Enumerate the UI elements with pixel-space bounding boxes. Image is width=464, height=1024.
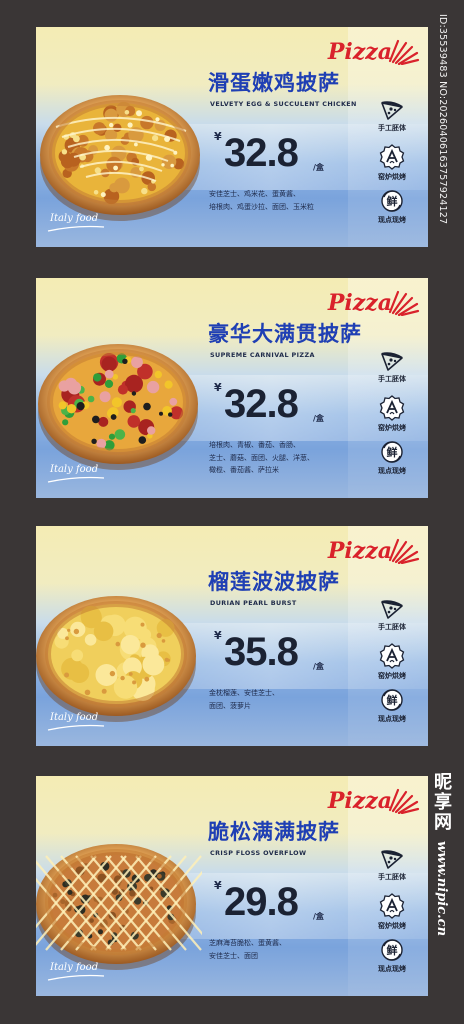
ingredient-line: 安佳芝士、面团 xyxy=(209,951,258,960)
pizza-price: 29.8 xyxy=(224,880,299,924)
burst-icon xyxy=(388,39,420,65)
ingredient-line: 培根肉、青椒、番茄、香肠、 xyxy=(209,441,300,449)
svg-text:鲜: 鲜 xyxy=(387,943,398,957)
feature-fresh: 鲜 现点现烤 xyxy=(364,189,420,225)
svg-text:鲜: 鲜 xyxy=(387,194,398,208)
ingredient-line: 芝士、蘑菇、面团、火腿、洋葱、 xyxy=(209,453,314,462)
ingredient-list: 培根肉、青椒、番茄、香肠、芝士、蘑菇、面团、火腿、洋葱、 橄榄、番茄酱、萨拉米 xyxy=(209,439,357,477)
pizza-image xyxy=(38,344,198,470)
feature-handmade: 手工胚体 xyxy=(364,598,420,632)
fresh-badge-icon: 鲜 xyxy=(381,441,403,463)
pizza-title: 榴莲波波披萨 xyxy=(208,570,340,594)
feature-label: 现点现烤 xyxy=(378,216,406,224)
oven-badge-icon xyxy=(379,643,405,669)
feature-label: 窑炉烘烤 xyxy=(378,672,406,680)
tagline-swoosh xyxy=(47,974,105,981)
pizza-slice-icon xyxy=(381,101,403,120)
pizza-title: 豪华大满贯披萨 xyxy=(208,322,362,346)
feature-fresh: 鲜 现点现烤 xyxy=(364,440,420,476)
feature-oven: 窑炉烘烤 xyxy=(364,144,420,182)
feature-oven: 窑炉烘烤 xyxy=(364,395,420,433)
feature-label: 手工胚体 xyxy=(378,375,406,383)
pizza-subtitle: CRISP FLOSS OVERFLOW xyxy=(210,849,307,857)
ingredient-line: 芝麻海苔脆松、蛋黄酱、 xyxy=(209,939,286,947)
pizza-price: 32.8 xyxy=(224,382,299,426)
site-url: www.nipic.cn xyxy=(434,841,449,937)
feature-label: 现点现烤 xyxy=(378,965,406,973)
pizza-subtitle: DURIAN PEARL BURST xyxy=(210,599,297,607)
pizza-logo: Pizza xyxy=(327,39,392,65)
feature-label: 窑炉烘烤 xyxy=(378,173,406,181)
pizza-price: 35.8 xyxy=(224,630,299,674)
price-unit: /盒 xyxy=(313,912,324,921)
pizza-slice-icon xyxy=(381,850,403,869)
pizza-card-supreme: Pizza 豪华大满贯披萨 SUPREME CARNIVAL PIZZA ¥ 3… xyxy=(36,278,428,498)
currency-symbol: ¥ xyxy=(214,879,222,892)
feature-label: 手工胚体 xyxy=(378,623,406,631)
feature-handmade: 手工胚体 xyxy=(364,350,420,384)
feature-oven: 窑炉烘烤 xyxy=(364,643,420,681)
ingredient-line: 橄榄、番茄酱、萨拉米 xyxy=(209,466,279,474)
ingredient-line: 金枕榴莲、安佳芝士、 xyxy=(209,689,279,697)
pizza-card-chicken: Pizza 滑蛋嫩鸡披萨 VELVETY EGG & SUCCULENT CHI… xyxy=(36,27,428,247)
watermark-id: ID:35539483 NO:20260406163757924127 xyxy=(437,14,448,225)
pizza-image xyxy=(40,95,200,221)
pizza-logo: Pizza xyxy=(327,290,392,316)
oven-badge-icon xyxy=(379,395,405,421)
ingredient-list: 芝麻海苔脆松、蛋黄酱、 安佳芝士、面团 xyxy=(209,937,357,962)
currency-symbol: ¥ xyxy=(214,381,222,394)
feature-fresh: 鲜 现点现烤 xyxy=(364,938,420,974)
burst-icon xyxy=(388,538,420,564)
svg-text:鲜: 鲜 xyxy=(387,445,398,459)
tagline-swoosh xyxy=(47,225,105,232)
feature-label: 现点现烤 xyxy=(378,715,406,723)
burst-icon xyxy=(388,788,420,814)
pizza-title: 脆松满满披萨 xyxy=(208,820,340,844)
pizza-subtitle: SUPREME CARNIVAL PIZZA xyxy=(210,351,315,359)
pizza-logo: Pizza xyxy=(327,538,392,564)
ingredient-line: 面团、菠萝片 xyxy=(209,701,251,710)
ingredient-list: 金枕榴莲、安佳芝士、 面团、菠萝片 xyxy=(209,687,357,712)
feature-label: 窑炉烘烤 xyxy=(378,922,406,930)
pizza-price: 32.8 xyxy=(224,131,299,175)
tagline-swoosh xyxy=(47,724,105,731)
pizza-title: 滑蛋嫩鸡披萨 xyxy=(208,71,340,95)
pizza-card-floss: Pizza 脆松满满披萨 CRISP FLOSS OVERFLOW ¥ 29.8… xyxy=(36,776,428,996)
ingredient-line: 培根肉、鸡蛋沙拉、面团、玉米粒 xyxy=(209,202,314,211)
currency-symbol: ¥ xyxy=(214,629,222,642)
price-unit: /盒 xyxy=(313,163,324,172)
feature-oven: 窑炉烘烤 xyxy=(364,893,420,931)
fresh-badge-icon: 鲜 xyxy=(381,190,403,212)
ingredient-line: 安佳芝士、鸡米花、蛋黄酱、 xyxy=(209,190,300,198)
feature-handmade: 手工胚体 xyxy=(364,848,420,882)
feature-fresh: 鲜 现点现烤 xyxy=(364,688,420,724)
pizza-image xyxy=(36,844,202,970)
pizza-subtitle: VELVETY EGG & SUCCULENT CHICKEN xyxy=(210,100,357,108)
feature-label: 现点现烤 xyxy=(378,467,406,475)
feature-label: 手工胚体 xyxy=(378,124,406,132)
pizza-slice-icon xyxy=(381,600,403,619)
fresh-badge-icon: 鲜 xyxy=(381,689,403,711)
price-unit: /盒 xyxy=(313,662,324,671)
price-unit: /盒 xyxy=(313,414,324,423)
pizza-card-durian: Pizza 榴莲波波披萨 DURIAN PEARL BURST ¥ 35.8 /… xyxy=(36,526,428,746)
fresh-badge-icon: 鲜 xyxy=(381,939,403,961)
pizza-logo: Pizza xyxy=(327,788,392,814)
pizza-slice-icon xyxy=(381,352,403,371)
oven-badge-icon xyxy=(379,893,405,919)
ingredient-list: 安佳芝士、鸡米花、蛋黄酱、培根肉、鸡蛋沙拉、面团、玉米粒 xyxy=(209,188,357,213)
feature-label: 窑炉烘烤 xyxy=(378,424,406,432)
feature-handmade: 手工胚体 xyxy=(364,99,420,133)
svg-text:鲜: 鲜 xyxy=(387,693,398,707)
site-watermark: 昵享网 www.nipic.cn xyxy=(424,772,454,1022)
burst-icon xyxy=(388,290,420,316)
feature-label: 手工胚体 xyxy=(378,873,406,881)
currency-symbol: ¥ xyxy=(214,130,222,143)
site-brand: 昵享网 xyxy=(431,772,452,832)
tagline-swoosh xyxy=(47,476,105,483)
oven-badge-icon xyxy=(379,144,405,170)
